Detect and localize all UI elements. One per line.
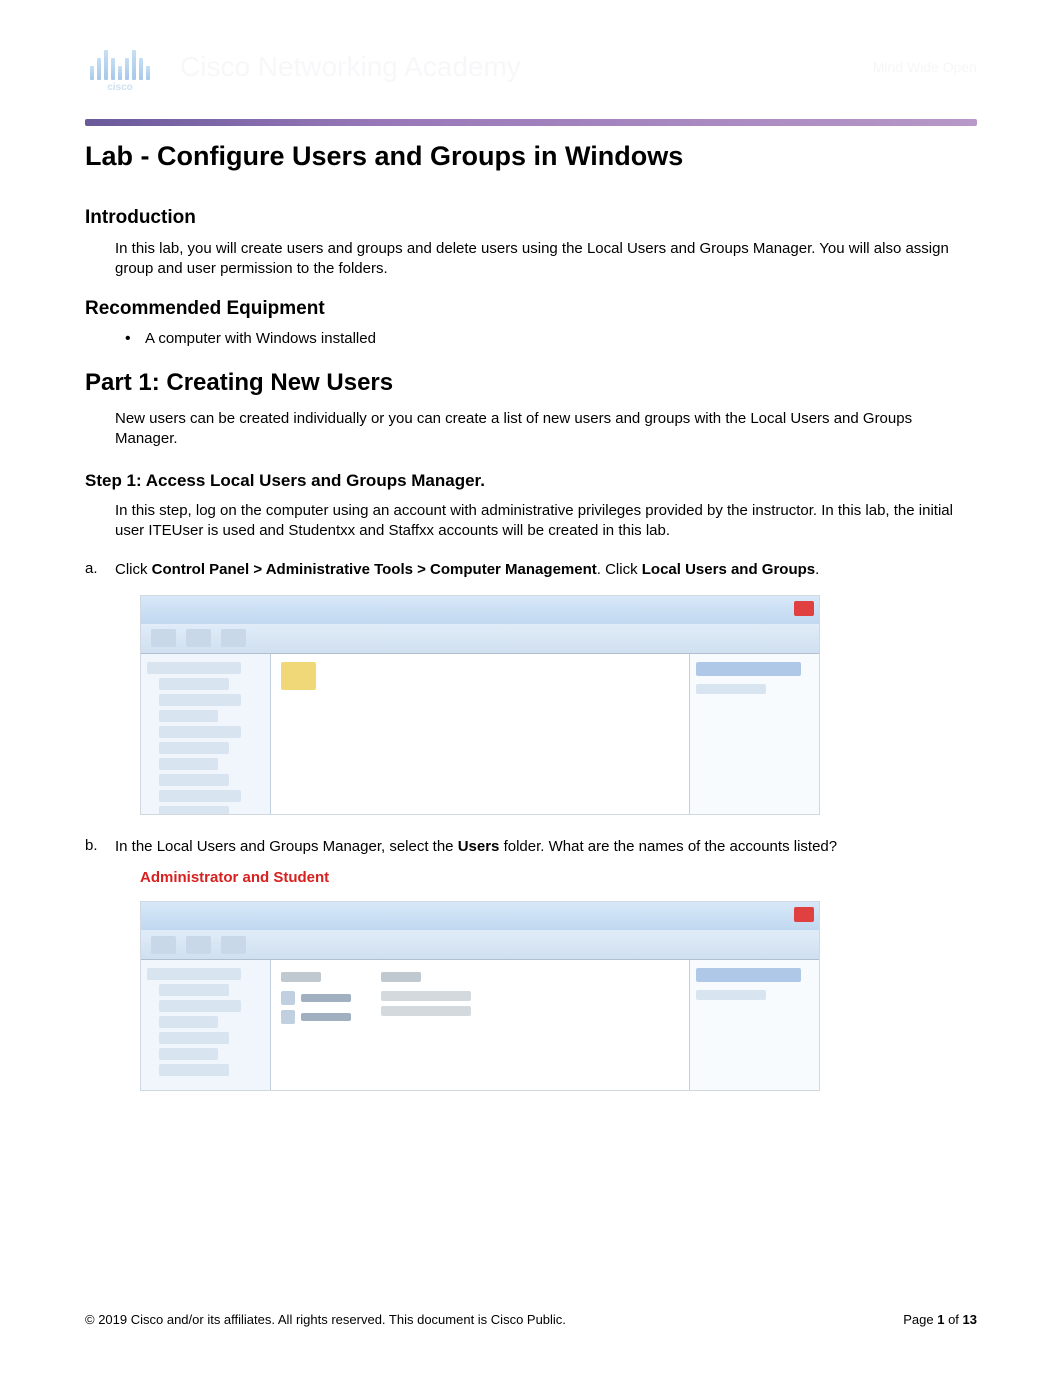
screenshot-tree-panel-2 xyxy=(141,960,271,1090)
screenshot-toolbar xyxy=(141,624,819,654)
step1-b-prefix: In the Local Users and Groups Manager, s… xyxy=(115,838,458,855)
step1-a-suffix: . xyxy=(815,561,819,578)
screenshot-computer-management-1 xyxy=(140,595,820,815)
step1-b-content: In the Local Users and Groups Manager, s… xyxy=(115,837,977,857)
folder-icon xyxy=(281,662,316,690)
step1-list: a. Click Control Panel > Administrative … xyxy=(85,560,977,580)
screenshot-main-panel-2 xyxy=(271,960,689,1090)
page-header: cisco Cisco Networking Academy Mind Wide… xyxy=(85,40,977,113)
close-icon xyxy=(794,601,814,616)
footer-copyright: © 2019 Cisco and/or its affiliates. All … xyxy=(85,1312,566,1327)
footer-page-number: Page 1 of 13 xyxy=(903,1312,977,1327)
close-icon xyxy=(794,907,814,922)
letter-marker-a: a. xyxy=(85,560,115,580)
page-footer: © 2019 Cisco and/or its affiliates. All … xyxy=(85,1312,977,1327)
screenshot-titlebar xyxy=(141,596,819,624)
academy-title: Cisco Networking Academy xyxy=(180,51,521,83)
cisco-brand-text: cisco xyxy=(85,82,155,93)
step1-a-middle: . Click xyxy=(597,561,642,578)
step1-b-answer: Administrator and Student xyxy=(140,869,977,886)
step1-a-prefix: Click xyxy=(115,561,152,578)
step1-a-content: Click Control Panel > Administrative Too… xyxy=(115,560,977,580)
logo-area: cisco Cisco Networking Academy xyxy=(85,40,521,93)
step1-item-b: b. In the Local Users and Groups Manager… xyxy=(85,837,977,857)
page-title: Lab - Configure Users and Groups in Wind… xyxy=(85,141,977,172)
equipment-item: A computer with Windows installed xyxy=(125,330,977,347)
screenshot-tree-panel xyxy=(141,654,271,814)
step1-b-bold: Users xyxy=(458,838,500,855)
page-prefix: Page xyxy=(903,1312,937,1327)
screenshot-users-folder xyxy=(140,901,820,1091)
step1-body: In this step, log on the computer using … xyxy=(115,501,977,542)
step1-heading: Step 1: Access Local Users and Groups Ma… xyxy=(85,471,977,491)
part1-heading: Part 1: Creating New Users xyxy=(85,369,977,397)
part1-body: New users can be created individually or… xyxy=(115,409,977,450)
screenshot-body-2 xyxy=(141,960,819,1090)
step1-b-suffix: folder. What are the names of the accoun… xyxy=(499,838,837,855)
step1-a-target: Local Users and Groups xyxy=(642,561,815,578)
step1-item-a: a. Click Control Panel > Administrative … xyxy=(85,560,977,580)
header-divider xyxy=(85,119,977,126)
step1-a-path: Control Panel > Administrative Tools > C… xyxy=(152,561,597,578)
equipment-heading: Recommended Equipment xyxy=(85,298,977,320)
screenshot-titlebar-2 xyxy=(141,902,819,930)
equipment-list: A computer with Windows installed xyxy=(125,330,977,347)
page-total: 13 xyxy=(963,1312,977,1327)
tagline: Mind Wide Open xyxy=(873,59,977,75)
screenshot-actions-panel-2 xyxy=(689,960,819,1090)
letter-marker-b: b. xyxy=(85,837,115,857)
intro-heading: Introduction xyxy=(85,207,977,229)
step1-list-b: b. In the Local Users and Groups Manager… xyxy=(85,837,977,857)
screenshot-toolbar-2 xyxy=(141,930,819,960)
screenshot-actions-panel xyxy=(689,654,819,814)
screenshot-body xyxy=(141,654,819,814)
page-middle: of xyxy=(944,1312,962,1327)
cisco-logo: cisco xyxy=(85,40,155,93)
screenshot-main-panel xyxy=(271,654,689,814)
intro-body: In this lab, you will create users and g… xyxy=(115,239,977,280)
